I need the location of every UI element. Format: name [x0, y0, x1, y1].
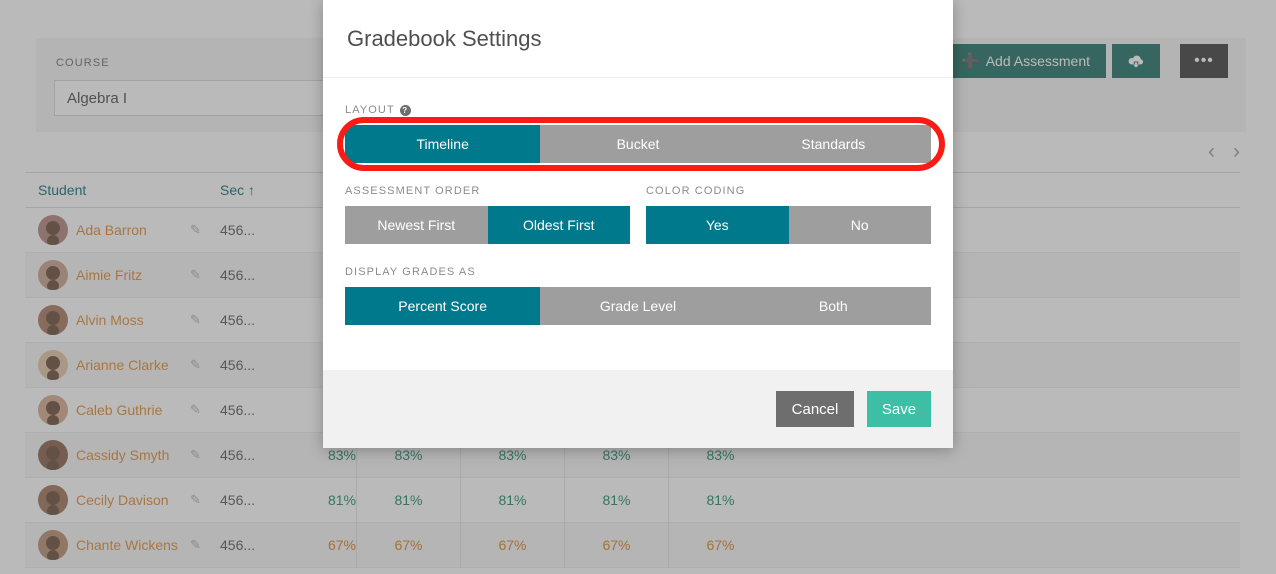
- dialog-title: Gradebook Settings: [347, 26, 541, 52]
- layout-label-text: LAYOUT: [345, 104, 395, 116]
- settings-row-two: ASSESSMENT ORDER Newest FirstOldest Firs…: [345, 185, 931, 244]
- display-grades-label: DISPLAY GRADES AS: [345, 266, 931, 278]
- dialog-footer: Cancel Save: [323, 370, 953, 448]
- display-grades-option-both[interactable]: Both: [736, 287, 931, 325]
- dialog-body: LAYOUT ? TimelineBucketStandards ASSESSM…: [323, 78, 953, 370]
- assessment-order-option-newest-first[interactable]: Newest First: [345, 206, 488, 244]
- color-coding-label: COLOR CODING: [646, 185, 931, 197]
- cancel-button[interactable]: Cancel: [776, 391, 854, 427]
- layout-option-standards[interactable]: Standards: [736, 125, 931, 163]
- layout-option-bucket[interactable]: Bucket: [540, 125, 735, 163]
- assessment-order-label: ASSESSMENT ORDER: [345, 185, 630, 197]
- display-grades-group: DISPLAY GRADES AS Percent ScoreGrade Lev…: [345, 266, 931, 325]
- layout-control-wrapper: TimelineBucketStandards: [345, 125, 931, 163]
- layout-option-timeline[interactable]: Timeline: [345, 125, 540, 163]
- color-coding-option-no[interactable]: No: [789, 206, 932, 244]
- display-grades-option-grade-level[interactable]: Grade Level: [540, 287, 735, 325]
- assessment-order-segmented-control[interactable]: Newest FirstOldest First: [345, 206, 630, 244]
- display-grades-option-percent-score[interactable]: Percent Score: [345, 287, 540, 325]
- layout-field-label: LAYOUT ?: [345, 104, 931, 116]
- dialog-header: Gradebook Settings: [323, 0, 953, 78]
- save-button[interactable]: Save: [867, 391, 931, 427]
- assessment-order-option-oldest-first[interactable]: Oldest First: [488, 206, 631, 244]
- gradebook-settings-dialog: Gradebook Settings LAYOUT ? TimelineBuck…: [323, 0, 953, 448]
- assessment-order-group: ASSESSMENT ORDER Newest FirstOldest Firs…: [345, 185, 630, 244]
- color-coding-option-yes[interactable]: Yes: [646, 206, 789, 244]
- layout-segmented-control[interactable]: TimelineBucketStandards: [345, 125, 931, 163]
- color-coding-segmented-control[interactable]: YesNo: [646, 206, 931, 244]
- help-circle-icon[interactable]: ?: [400, 105, 411, 116]
- display-grades-segmented-control[interactable]: Percent ScoreGrade LevelBoth: [345, 287, 931, 325]
- color-coding-group: COLOR CODING YesNo: [646, 185, 931, 244]
